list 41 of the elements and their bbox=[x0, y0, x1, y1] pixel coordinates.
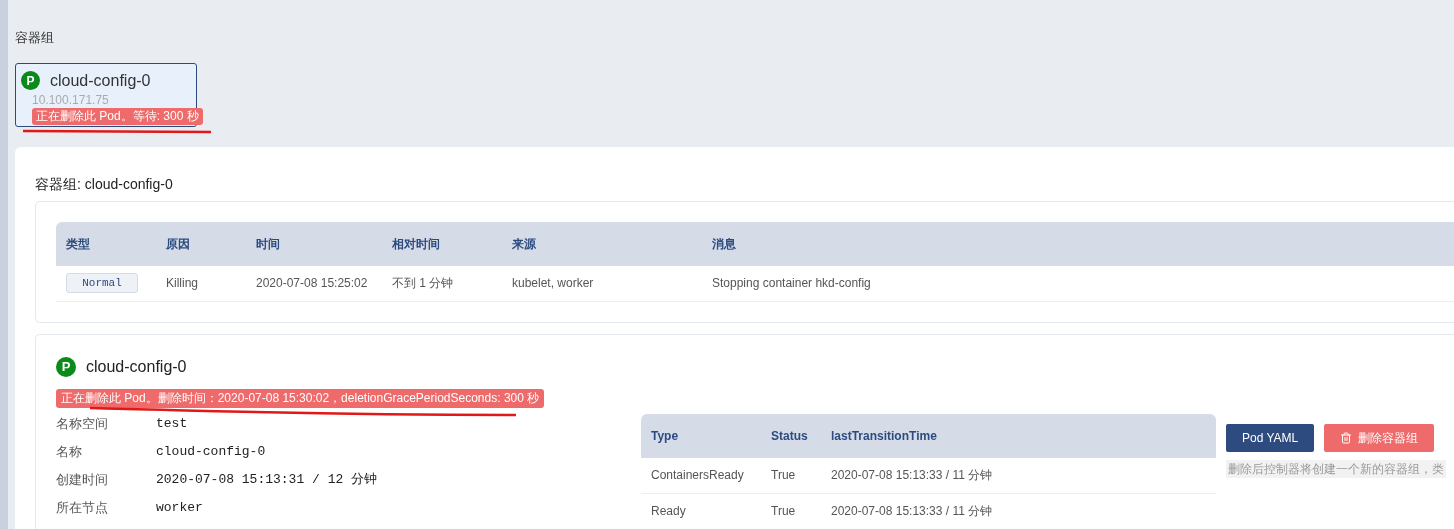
event-type-tag: Normal bbox=[66, 273, 138, 293]
hint-text: 删除后控制器将创建一个新的容器组，类 bbox=[1226, 459, 1446, 478]
deleting-warning: 正在删除此 Pod。删除时间：2020-07-08 15:30:02，deletionGracePeriodSeconds: 300 秒 bbox=[56, 388, 545, 408]
field-label: 创建时间 bbox=[56, 470, 109, 489]
pod-name: cloud-config-0 bbox=[86, 356, 187, 377]
field-value: cloud-config-0 bbox=[156, 442, 266, 461]
column-header: Type bbox=[651, 427, 680, 445]
field-label: 名称 bbox=[56, 442, 83, 461]
pod-name: cloud-config-0 bbox=[50, 70, 151, 91]
column-header: 相对时间 bbox=[392, 235, 441, 253]
field-value: 2020-07-08 15:13:31 / 12 分钟 bbox=[156, 470, 378, 489]
yaml-button[interactable]: Pod YAML bbox=[1226, 423, 1315, 452]
table-cell-text: ContainersReady bbox=[651, 467, 745, 484]
table-cell-text: 2020-07-08 15:13:33 / 11 分钟 bbox=[831, 503, 994, 520]
table-cell-text: 2020-07-08 15:13:33 / 11 分钟 bbox=[831, 467, 994, 484]
table-cell-text: Stopping container hkd-config bbox=[712, 275, 872, 292]
status-badge: P bbox=[21, 71, 40, 90]
section-title: 容器组 bbox=[15, 29, 55, 47]
column-header: 来源 bbox=[512, 235, 537, 253]
table-cell-text: True bbox=[771, 503, 797, 520]
column-header: lastTransitionTime bbox=[831, 427, 938, 445]
table-cell-text: kubelet, worker bbox=[512, 275, 595, 292]
column-header: 类型 bbox=[66, 235, 91, 253]
deleting-warning: 正在删除此 Pod。等待: 300 秒 bbox=[32, 107, 203, 125]
table-cell-text: 2020-07-08 15:25:02 bbox=[256, 275, 369, 292]
field-value: worker bbox=[156, 498, 203, 517]
status-badge: P bbox=[56, 356, 76, 377]
table-cell-text: Killing bbox=[166, 275, 199, 292]
column-header: Status bbox=[771, 427, 809, 445]
table-cell-text: 不到 1 分钟 bbox=[392, 275, 455, 292]
pod-ip: 10.100.171.75 bbox=[31, 92, 110, 107]
table-cell-text: True bbox=[771, 467, 797, 484]
trash-icon bbox=[1340, 431, 1353, 444]
field-value: test bbox=[156, 414, 188, 433]
column-header: 时间 bbox=[256, 235, 281, 253]
field-label: 名称空间 bbox=[56, 414, 109, 433]
panel-title: 容器组: cloud-config-0 bbox=[35, 174, 174, 194]
table-cell-text: Ready bbox=[651, 503, 687, 520]
field-label: 所在节点 bbox=[56, 498, 109, 517]
column-header: 消息 bbox=[712, 235, 737, 253]
column-header: 原因 bbox=[166, 235, 191, 253]
